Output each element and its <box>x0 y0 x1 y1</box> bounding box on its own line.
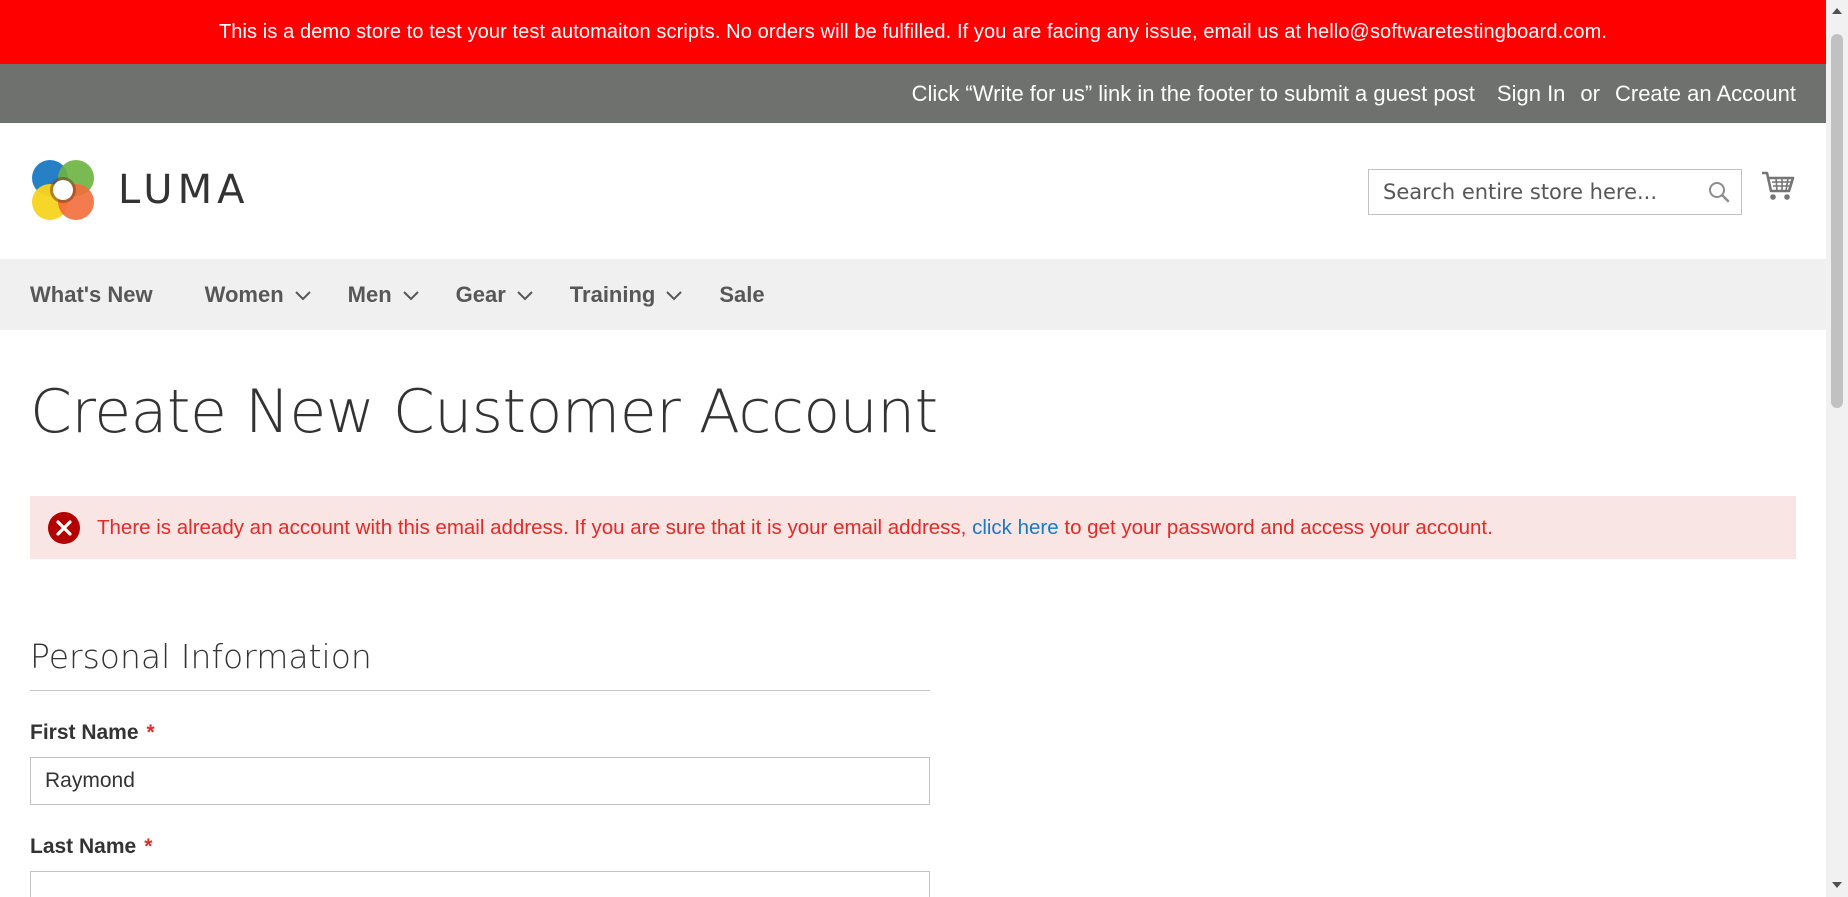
cart-icon[interactable] <box>1760 167 1796 203</box>
nav-item-label: Gear <box>455 281 506 307</box>
nav-item-label: Sale <box>719 281 765 307</box>
search-box <box>1368 169 1742 215</box>
error-text-before: There is already an account with this em… <box>97 515 973 539</box>
nav-item-whats-new[interactable]: What's New <box>30 282 153 308</box>
search-input[interactable] <box>1369 170 1697 214</box>
nav-item-women[interactable]: Women <box>205 282 312 308</box>
first-name-field[interactable] <box>30 757 930 805</box>
last-name-field[interactable] <box>30 871 930 897</box>
sign-in-link[interactable]: Sign In <box>1497 81 1566 107</box>
chevron-down-icon <box>516 289 534 301</box>
error-text-after: to get your password and access your acc… <box>1058 515 1493 539</box>
page: This is a demo store to test your test a… <box>0 0 1826 897</box>
error-text: There is already an account with this em… <box>97 516 1493 540</box>
logo-link[interactable]: LUMA <box>30 156 249 224</box>
nav-item-label: Men <box>347 281 392 307</box>
nav-item-label: Women <box>204 281 284 307</box>
nav-item-men[interactable]: Men <box>348 282 420 308</box>
first-name-label-text: First Name <box>30 721 139 744</box>
error-icon <box>47 511 81 545</box>
guest-post-notice: Click “Write for us” link in the footer … <box>911 80 1475 106</box>
nav-item-label: What's New <box>30 281 153 307</box>
click-here-link[interactable]: click here <box>972 516 1059 539</box>
search-icon[interactable] <box>1697 180 1741 204</box>
create-account-link[interactable]: Create an Account <box>1615 81 1796 107</box>
chevron-down-icon <box>665 289 683 301</box>
section-title-personal-information: Personal Information <box>30 637 930 691</box>
logo-text: LUMA <box>118 167 250 213</box>
chevron-down-icon <box>294 289 312 301</box>
error-message: There is already an account with this em… <box>30 496 1796 559</box>
main-content: Create New Customer Account There is alr… <box>0 368 1826 897</box>
luma-logo-icon <box>32 160 94 220</box>
header-top-bar: Click “Write for us” link in the footer … <box>0 64 1826 123</box>
nav-item-training[interactable]: Training <box>570 282 684 308</box>
demo-store-banner: This is a demo store to test your test a… <box>0 0 1826 64</box>
nav-item-label: Training <box>569 281 656 307</box>
or-separator: or <box>1580 80 1600 106</box>
main-navigation: What's New Women Men Gear Training Sale <box>0 259 1826 330</box>
required-marker: * <box>146 721 155 744</box>
scroll-up-arrow-icon[interactable] <box>1831 6 1843 16</box>
nav-item-gear[interactable]: Gear <box>456 282 534 308</box>
scrollbar-thumb[interactable] <box>1831 34 1843 408</box>
nav-item-sale[interactable]: Sale <box>719 282 764 308</box>
chevron-down-icon <box>402 289 420 301</box>
banner-text: This is a demo store to test your test a… <box>218 20 1608 43</box>
last-name-label: Last Name * <box>30 835 1796 859</box>
last-name-label-text: Last Name <box>30 835 137 858</box>
first-name-label: First Name * <box>30 721 1796 745</box>
page-title: Create New Customer Account <box>30 377 938 447</box>
page-scrollbar[interactable] <box>1826 0 1848 897</box>
required-marker: * <box>144 835 153 858</box>
header-main: LUMA <box>0 123 1826 259</box>
scroll-down-arrow-icon[interactable] <box>1831 880 1843 890</box>
